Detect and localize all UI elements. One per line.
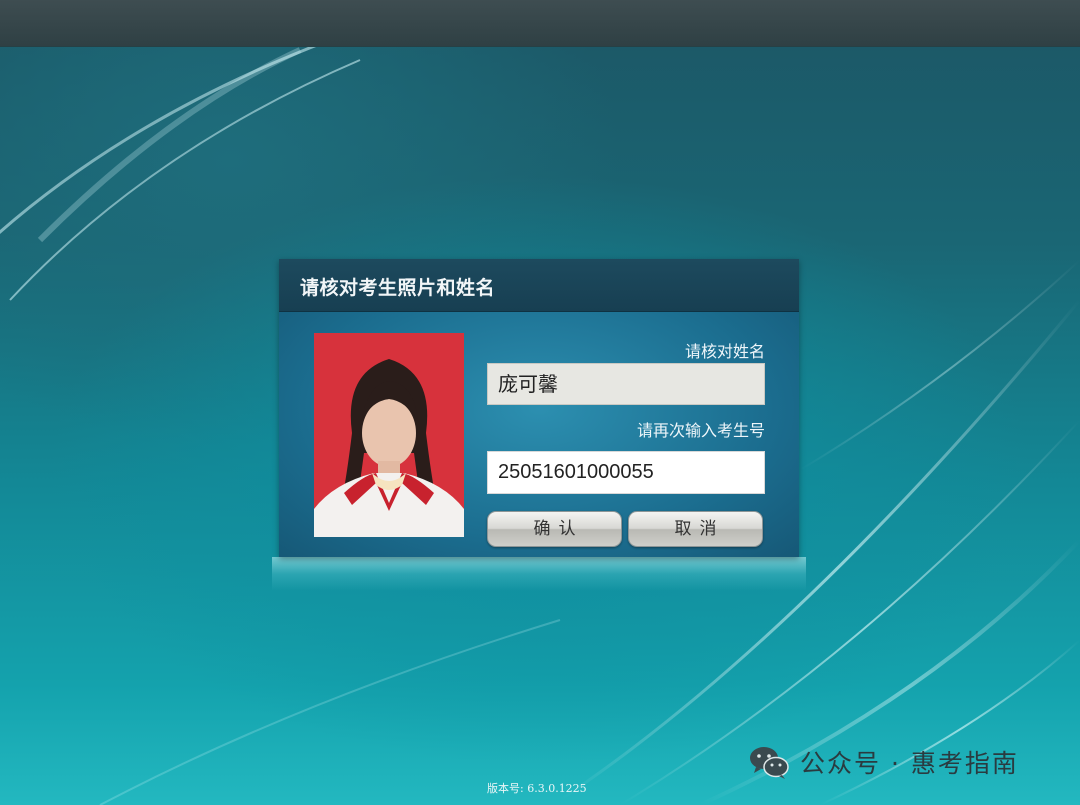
name-field: 庞可馨 <box>487 363 765 405</box>
candidate-id-label: 请再次输入考生号 <box>636 421 765 440</box>
desktop-background: 请核对考生照片和姓名 请核对姓名 庞可馨 请再次输入考生号 2505160100… <box>0 0 1080 805</box>
candidate-id-input[interactable]: 25051601000055 <box>487 451 765 494</box>
dialog-header: 请核对考生照片和姓名 <box>279 259 799 312</box>
candidate-photo <box>314 333 464 537</box>
watermark: 公众号 · 惠考指南 <box>748 742 1019 782</box>
dialog-title: 请核对考生照片和姓名 <box>300 277 496 299</box>
wechat-icon <box>750 747 789 779</box>
dialog-reflection <box>272 557 806 591</box>
verify-dialog: 请核对考生照片和姓名 请核对姓名 庞可馨 请再次输入考生号 2505160100… <box>279 259 799 557</box>
cancel-button[interactable]: 取消 <box>628 511 763 547</box>
confirm-button[interactable]: 确认 <box>487 511 622 547</box>
name-label: 请核对姓名 <box>684 342 765 361</box>
top-bar <box>0 0 1080 47</box>
candidate-photo-image <box>314 333 464 537</box>
version-label: 版本号: 6.3.0.1225 <box>487 782 587 795</box>
watermark-text: 公众号 · 惠考指南 <box>800 749 1019 778</box>
